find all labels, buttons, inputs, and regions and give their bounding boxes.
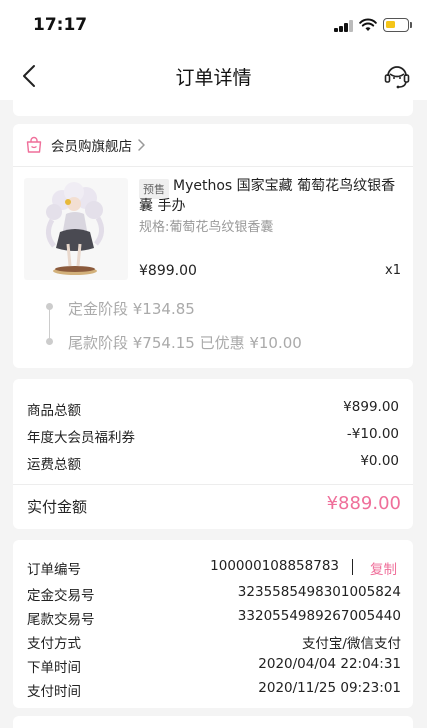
separator xyxy=(351,559,353,575)
product-spec: 规格:葡萄花鸟纹银香囊 xyxy=(139,220,274,235)
divider xyxy=(13,484,413,485)
summary-row: 运费总额 ¥0.00 xyxy=(27,453,399,473)
info-label: 支付时间 xyxy=(27,684,81,700)
summary-row: 商品总额 ¥899.00 xyxy=(27,399,399,419)
info-row: 定金交易号 3235585498301005824 xyxy=(27,584,401,604)
battery-icon xyxy=(383,18,409,32)
info-value: 2020/11/25 09:23:01 xyxy=(258,680,401,696)
final-payment-stage: 尾款阶段 ¥754.15 已优惠 ¥10.00 xyxy=(68,334,302,352)
previous-card-edge xyxy=(13,100,413,116)
info-row: 下单时间 2020/04/04 22:04:31 xyxy=(27,656,401,676)
paid-amount-value: ¥889.00 xyxy=(326,493,401,514)
summary-label: 年度大会员福利券 xyxy=(27,430,135,446)
info-label: 尾款交易号 xyxy=(27,612,95,628)
price-summary-card: 商品总额 ¥899.00 年度大会员福利券 -¥10.00 运费总额 ¥0.00… xyxy=(13,379,413,529)
summary-value: ¥0.00 xyxy=(360,453,399,469)
store-link[interactable]: 会员购旗舰店 xyxy=(25,134,146,156)
stage-connector xyxy=(49,309,50,341)
info-label: 定金交易号 xyxy=(27,588,95,604)
order-number-row: 订单编号 100000108858783 复制 xyxy=(27,558,401,578)
status-time: 17:17 xyxy=(33,15,88,35)
summary-value: ¥899.00 xyxy=(343,399,399,415)
status-bar: 17:17 xyxy=(0,0,427,52)
info-row: 尾款交易号 3320554989267005440 xyxy=(27,608,401,628)
info-label: 支付方式 xyxy=(27,636,81,652)
battery-nub xyxy=(410,22,412,28)
store-name: 会员购旗舰店 xyxy=(51,139,132,155)
summary-value: -¥10.00 xyxy=(346,426,399,442)
paid-amount-label: 实付金额 xyxy=(27,498,88,516)
copy-button[interactable]: 复制 xyxy=(370,558,397,578)
product-card: 会员购旗舰店 预售 Myethos 国家宝藏 葡萄花鸟纹银香囊 手办 规格:葡萄… xyxy=(13,124,413,368)
divider xyxy=(13,166,413,167)
stage-dot xyxy=(46,338,53,345)
info-value: 3320554989267005440 xyxy=(237,608,401,624)
info-value: 支付宝/微信支付 xyxy=(301,636,401,652)
summary-label: 运费总额 xyxy=(27,457,81,473)
order-info-card: 订单编号 100000108858783 复制 定金交易号 3235585498… xyxy=(13,540,413,708)
summary-label: 商品总额 xyxy=(27,403,81,419)
wifi-icon xyxy=(359,18,377,31)
nav-bar: 订单详情 xyxy=(0,52,427,100)
page-title: 订单详情 xyxy=(175,67,252,89)
info-label: 下单时间 xyxy=(27,660,81,676)
info-row: 支付时间 2020/11/25 09:23:01 xyxy=(27,680,401,700)
signal-icon xyxy=(334,20,354,32)
order-number-label: 订单编号 xyxy=(27,562,81,578)
info-row: 支付方式 支付宝/微信支付 xyxy=(27,632,401,652)
deposit-stage: 定金阶段 ¥134.85 xyxy=(68,300,195,318)
customer-service-icon[interactable] xyxy=(382,61,412,91)
order-number-value: 100000108858783 xyxy=(210,558,339,574)
product-name[interactable]: Myethos 国家宝藏 葡萄花鸟纹银香囊 手办 xyxy=(139,176,401,216)
product-price: ¥899.00 xyxy=(139,263,197,279)
product-image[interactable] xyxy=(24,178,128,280)
shopping-bag-icon xyxy=(26,136,42,153)
product-quantity: x1 xyxy=(385,263,401,278)
chevron-right-icon xyxy=(138,139,145,151)
info-value: 3235585498301005824 xyxy=(237,584,401,600)
next-card-edge xyxy=(13,716,413,728)
info-value: 2020/04/04 22:04:31 xyxy=(258,656,401,672)
figure-illustration xyxy=(46,182,104,275)
summary-row: 年度大会员福利券 -¥10.00 xyxy=(27,426,399,446)
